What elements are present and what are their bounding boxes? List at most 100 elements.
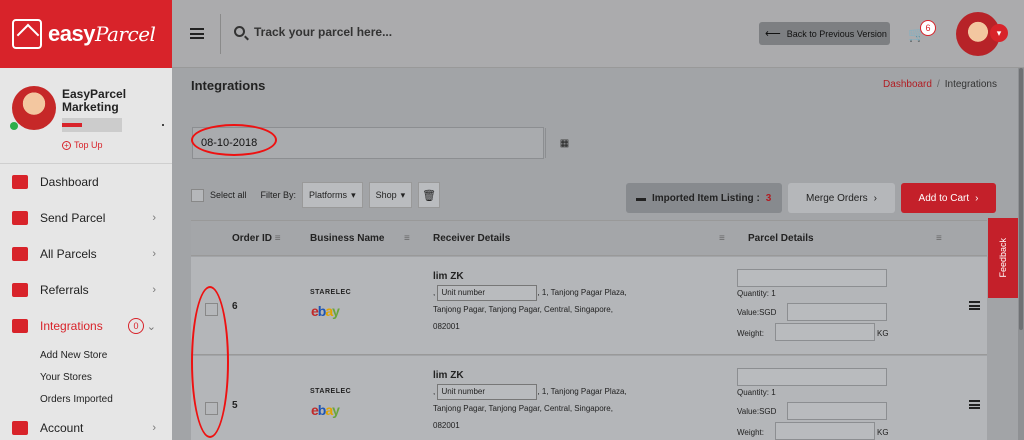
weight-input[interactable] [775,323,875,341]
avatar[interactable] [12,86,56,130]
parcel-content-input[interactable] [737,269,887,287]
table-row: 6 STARELEC ebay lim ZK , Unit number, 1,… [191,257,987,355]
table-row: 5 STARELEC ebay lim ZK , Unit number, 1,… [191,356,987,440]
caret-down-icon: ▾ [400,189,406,200]
dashboard-icon [12,175,28,189]
sidebar-subitem-your-stores[interactable]: Your Stores [0,366,172,388]
sidebar-item-account[interactable]: Account › [0,410,172,440]
page-title: Integrations [191,78,266,93]
weight-label: Weight: [737,329,764,338]
receiver-name: lim ZK [433,271,464,282]
back-to-previous-version-button[interactable]: ⟵ Back to Previous Version [759,22,890,45]
shop-name: STARELEC [310,289,352,296]
feedback-tab[interactable]: Feedback [988,218,1018,298]
receiver-address: , Unit number, 1, Tanjong Pagar Plaza, T… [433,383,633,434]
sidebar-item-send-parcel[interactable]: Send Parcel › [0,200,172,236]
chevron-right-icon: › [152,422,156,434]
weight-input[interactable] [775,422,875,440]
breadcrumb: Dashboard / Integrations [883,79,997,90]
sort-icon[interactable]: ≡ [936,233,942,244]
truck-icon [12,211,28,225]
quantity-label: Quantity: 1 [737,388,776,397]
filter-toolbar: Select all Filter By: Platforms ▾ Shop ▾ 🗑 [191,182,441,208]
sidebar-item-all-parcels[interactable]: All Parcels › [0,236,172,272]
sort-icon: ≡ [274,233,281,244]
ebay-logo: ebay [311,402,340,418]
main-content: Integrations Dashboard / Integrations 08-1… [172,68,1018,440]
sidebar-item-integrations[interactable]: Integrations 0 ⌄ [0,308,172,344]
chevron-down-icon[interactable]: ▾ [990,24,1008,42]
box-logo-icon [12,19,42,49]
receiver-address: , Unit number, 1, Tanjong Pagar Plaza, T… [433,284,633,335]
select-all-label: Select all [210,190,247,200]
chevron-right-icon: › [873,192,878,204]
value-label: Value:SGD [737,407,777,416]
breadcrumb-dashboard-link[interactable]: Dashboard [883,79,932,90]
integrations-count-badge: 0 [128,318,144,334]
sidebar-subitem-add-new-store[interactable]: Add New Store [0,344,172,366]
chevron-right-icon: › [152,248,156,260]
receiver-name: lim ZK [433,370,464,381]
platforms-dropdown[interactable]: Platforms ▾ [302,182,363,208]
scrollbar[interactable] [1018,68,1024,440]
chevron-right-icon: › [152,212,156,224]
trash-icon[interactable]: 🗑 [418,182,441,208]
divider [220,14,221,54]
filter-by-label: Filter By: [260,190,297,200]
user-icon [12,421,28,435]
col-parcel-details[interactable]: Parcel Details [748,233,814,244]
value-input[interactable] [787,303,887,321]
sort-icon[interactable]: ≡ [719,233,725,244]
add-to-cart-button[interactable]: Add to Cart › [901,183,996,213]
sidebar-subitem-orders-imported[interactable]: Orders Imported [0,388,172,410]
shop-name: STARELEC [310,388,352,395]
chevron-right-icon: › [152,284,156,296]
parcels-icon [12,247,28,261]
sidebar-item-referrals[interactable]: Referrals › [0,272,172,308]
arrow-left-icon: ⟵ [765,28,781,40]
date-highlight-circle [191,124,277,156]
order-id: 5 [232,400,238,411]
shop-dropdown[interactable]: Shop ▾ [368,182,413,208]
parcel-content-input[interactable] [737,368,887,386]
weight-unit: KG [877,428,889,437]
unit-number-input[interactable]: Unit number [437,284,538,301]
select-all-checkbox[interactable] [191,188,204,202]
quantity-label: Quantity: 1 [737,289,776,298]
unit-number-input[interactable]: Unit number [437,383,538,400]
hamburger-menu-icon[interactable] [190,28,204,39]
weight-label: Weight: [737,428,764,437]
imported-item-listing: ▬ Imported Item Listing : 3 [626,183,782,213]
caret-down-icon: ▾ [351,189,356,200]
row-menu-icon[interactable] [969,400,980,409]
topup-link[interactable]: + Top Up [62,140,103,150]
order-id: 6 [232,301,238,312]
merge-orders-button[interactable]: Merge Orders › [788,183,895,213]
logo[interactable]: easyParcel [0,0,172,68]
search-icon [234,26,245,37]
chevron-down-icon: ⌄ [146,320,156,333]
online-status-icon [10,122,18,130]
col-business-name[interactable]: Business Name [310,233,384,244]
list-icon: ▬ [636,192,646,204]
cart-count-badge: 6 [920,20,936,36]
value-input[interactable] [787,402,887,420]
sidebar-item-dashboard[interactable]: Dashboard [0,164,172,200]
users-icon [12,283,28,297]
profile-balance-redacted [62,118,122,132]
imported-count: 3 [765,192,772,204]
sidebar: easyParcel EasyParcel Marketing + Top Up… [0,0,172,440]
track-parcel-input[interactable] [254,22,554,42]
col-receiver-details[interactable]: Receiver Details [433,233,510,244]
col-order-id[interactable]: Order ID ≡ [232,233,281,244]
top-bar: ⟵ Back to Previous Version 🛒 6 ▾ [172,0,1024,68]
value-label: Value:SGD [737,308,777,317]
profile-menu-dot-icon[interactable] [162,124,164,126]
calendar-icon[interactable]: ▦ [545,128,583,158]
row-menu-icon[interactable] [969,301,980,310]
profile-card: EasyParcel Marketing + Top Up [0,68,172,164]
weight-unit: KG [877,329,889,338]
scrollbar-thumb[interactable] [1019,68,1023,330]
chevron-right-icon: › [975,192,979,204]
sort-icon[interactable]: ≡ [404,233,410,244]
